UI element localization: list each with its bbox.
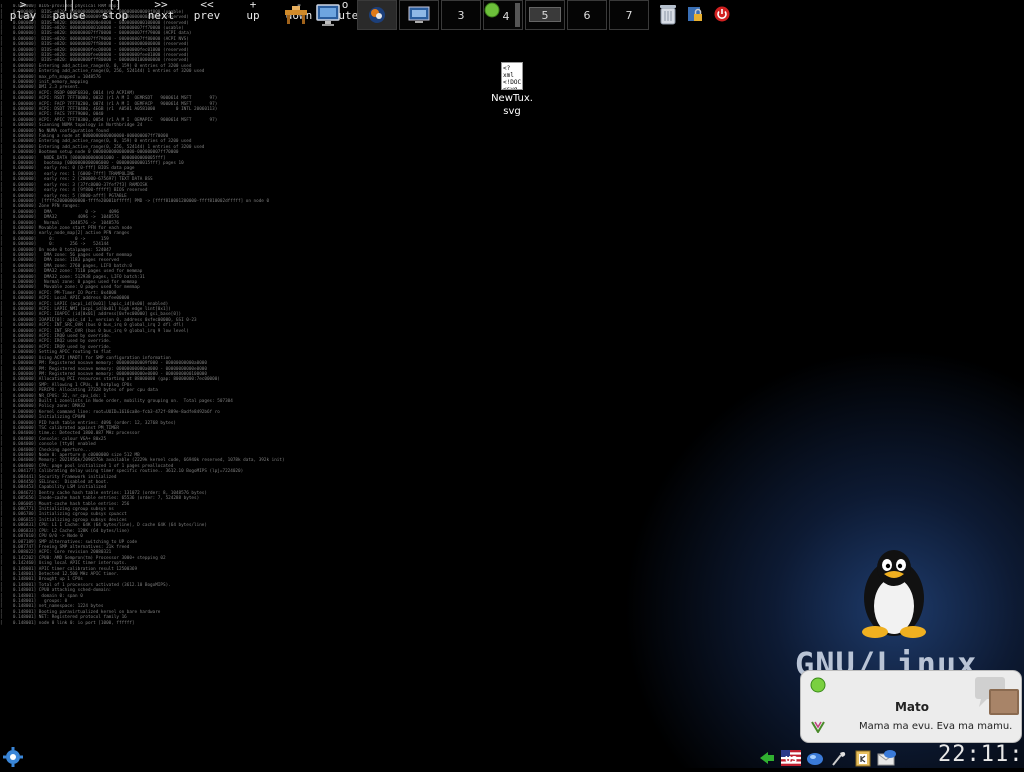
trash-icon <box>660 5 676 25</box>
workspace-label: 3 <box>457 8 465 22</box>
blue-sphere-icon <box>807 753 823 765</box>
thumb-line: <?xml <box>503 65 514 79</box>
file-name-line: NewTux. <box>491 93 533 104</box>
top-launcher-bar <box>282 0 346 30</box>
chat-notification-popup[interactable]: Mato Mama ma evu. Eva ma mamu. <box>800 670 1022 743</box>
logout-button[interactable] <box>710 2 734 26</box>
workspace-label: 4 <box>502 9 510 23</box>
terminal-monitor-icon <box>408 6 430 23</box>
online-status-icon <box>810 677 826 693</box>
trash-button[interactable] <box>656 2 680 26</box>
notification-title: Mato <box>894 700 930 714</box>
workspace-3[interactable]: 3 <box>441 0 481 30</box>
klipper-tray-button[interactable] <box>853 748 873 768</box>
browser-tray-button[interactable] <box>805 748 825 768</box>
clipboard-icon <box>855 750 871 767</box>
workspace-5[interactable]: 5 <box>525 0 565 30</box>
play-label: play <box>9 9 37 22</box>
file-manager-launcher[interactable] <box>282 1 310 29</box>
top-system-tray <box>656 2 737 26</box>
workspace-2[interactable] <box>399 0 439 30</box>
up-label: up <box>246 9 260 22</box>
next-label: next <box>147 9 175 22</box>
prev-button[interactable]: << prev <box>184 0 230 28</box>
stop-button[interactable]: [] stop <box>92 0 138 28</box>
status-icon <box>484 2 500 18</box>
workspace-label: 5 <box>541 8 549 22</box>
pause-button[interactable]: || pause <box>46 0 92 28</box>
console-line: [ 0.148001] node 0 link 0: io port [1000… <box>0 620 135 626</box>
keyboard-layout-button[interactable]: US <box>781 748 801 768</box>
us-flag-icon: US <box>781 750 801 766</box>
chat-app-icon <box>811 721 825 733</box>
kde-menu-icon[interactable] <box>2 746 24 768</box>
boot-log-console: [ 0.000000] BIOS-provided physical RAM m… <box>0 4 780 772</box>
workspace-7[interactable]: 7 <box>609 0 649 30</box>
digital-clock[interactable]: 22:11:05 <box>938 742 1024 767</box>
play-button[interactable]: > play <box>0 0 46 28</box>
pause-label: pause <box>52 9 86 22</box>
kopete-tray-button[interactable] <box>877 748 897 768</box>
browser-icon <box>369 7 385 23</box>
workspace-6[interactable]: 6 <box>567 0 607 30</box>
lock-icon <box>688 7 702 21</box>
workspace-1[interactable] <box>357 0 397 30</box>
bottom-system-tray: US <box>757 748 901 768</box>
power-icon <box>714 6 730 22</box>
workspace-label: 6 <box>583 8 591 22</box>
color-picker-tray-button[interactable] <box>829 748 849 768</box>
chat-tray-icon <box>877 750 896 766</box>
desk-icon <box>285 6 307 24</box>
window-thumbnail <box>515 3 520 27</box>
desktop-file-newtux-svg[interactable]: <?xml <!DOC <svg NewTux. svg <box>486 62 538 118</box>
green-arrow-icon <box>760 752 774 764</box>
tux-penguin-image <box>862 550 926 638</box>
thumb-line: <!DOC <box>503 79 522 86</box>
notification-message: Mama ma evu. Eva ma mamu. <box>859 721 1013 732</box>
svg-file-icon: <?xml <!DOC <svg <box>501 62 523 90</box>
next-button[interactable]: >> next <box>138 0 184 28</box>
monitor-icon <box>316 4 340 26</box>
stop-label: stop <box>101 9 129 22</box>
workspace-pager: 3 4 5 6 7 <box>357 0 651 30</box>
thumb-line: <svg <box>503 86 518 90</box>
file-name-label: NewTux. svg <box>486 92 538 118</box>
file-name-line: svg <box>503 106 521 117</box>
workspace-4[interactable]: 4 <box>483 0 523 30</box>
network-tray-button[interactable] <box>757 748 777 768</box>
keyboard-layout-label: US <box>785 755 797 764</box>
up-button[interactable]: + up <box>230 0 276 28</box>
workspace-label: 7 <box>625 8 633 22</box>
lock-screen-button[interactable] <box>683 2 707 26</box>
prev-label: prev <box>193 9 221 22</box>
pipette-icon <box>832 752 846 766</box>
desktop-switch-launcher[interactable] <box>314 1 342 29</box>
